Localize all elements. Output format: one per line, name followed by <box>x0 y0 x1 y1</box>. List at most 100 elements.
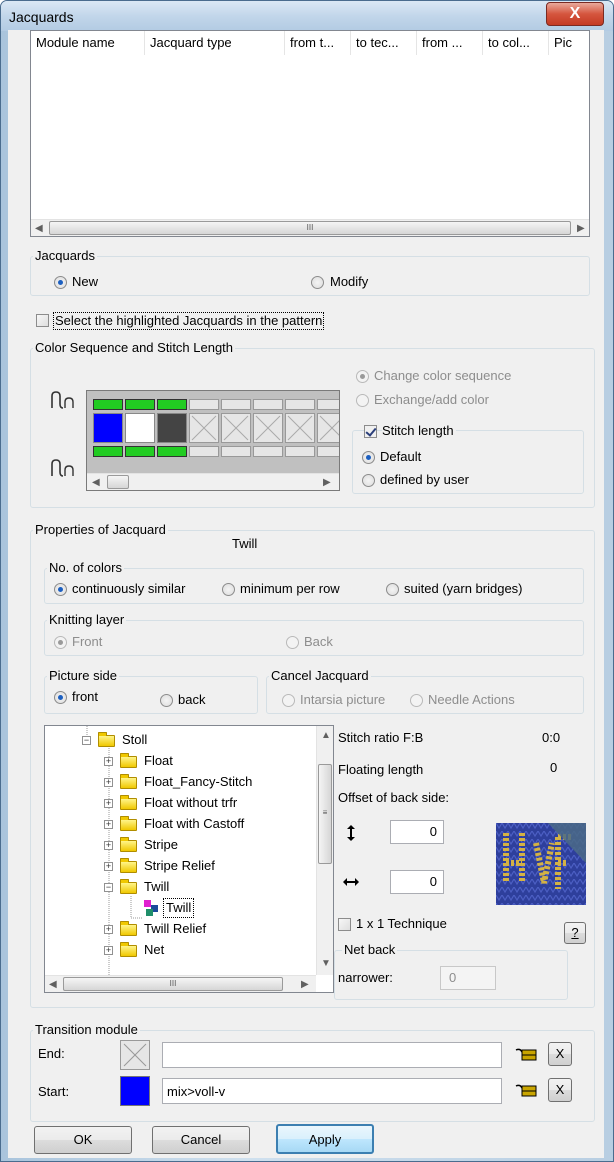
intarsia-picture-radio[interactable] <box>282 694 295 707</box>
expand-icon[interactable]: + <box>104 841 113 850</box>
suited-yarn-bridges-label[interactable]: suited (yarn bridges) <box>404 581 523 597</box>
grid-cell-empty[interactable] <box>253 413 283 443</box>
picture-back-label[interactable]: back <box>178 692 205 708</box>
scroll-right-arrow-icon[interactable]: ▶ <box>323 477 331 488</box>
grid-cell-empty[interactable] <box>189 413 219 443</box>
apply-button[interactable]: Apply <box>276 1124 374 1154</box>
tree-node-stoll[interactable]: − Stoll <box>82 730 282 750</box>
select-highlighted-label[interactable]: Select the highlighted Jacquards in the … <box>53 312 325 330</box>
grid-cell-empty[interactable] <box>221 399 251 410</box>
grid-cell-empty[interactable] <box>221 413 251 443</box>
col-to-color[interactable]: to col... <box>483 31 549 55</box>
grid-scroll-thumb[interactable] <box>107 475 129 489</box>
grid-cell-empty[interactable] <box>221 446 251 457</box>
start-color-swatch[interactable] <box>120 1076 150 1106</box>
start-clear-button[interactable]: X <box>548 1078 572 1102</box>
grid-horizontal-scrollbar[interactable]: ◀ ▶ <box>87 473 339 490</box>
vertical-offset-input[interactable]: 0 <box>390 820 444 844</box>
grid-cell-green[interactable] <box>93 446 123 457</box>
continuously-similar-label[interactable]: continuously similar <box>72 581 185 597</box>
stitch-user-defined-label[interactable]: defined by user <box>380 472 469 488</box>
col-picture[interactable]: Pic <box>549 31 589 55</box>
grid-cell-white[interactable] <box>125 413 155 443</box>
stitch-length-checkbox[interactable] <box>364 425 377 438</box>
grid-cell-empty[interactable] <box>253 446 283 457</box>
module-list[interactable]: Module name Jacquard type from t... to t… <box>30 30 590 237</box>
end-color-swatch[interactable] <box>120 1040 150 1070</box>
tree-node-net[interactable]: + Net <box>104 940 304 960</box>
front-layer-label[interactable]: Front <box>72 634 102 650</box>
tree-h-scroll-thumb[interactable]: III <box>63 977 283 991</box>
title-bar[interactable]: Jacquards X <box>1 1 613 31</box>
col-from-color[interactable]: from ... <box>417 31 483 55</box>
col-from-technique[interactable]: from t... <box>285 31 351 55</box>
grid-cell-green[interactable] <box>157 446 187 457</box>
tree-node-float-fancy-stitch[interactable]: + Float_Fancy-Stitch <box>104 772 304 792</box>
grid-cell-blue[interactable] <box>93 413 123 443</box>
grid-cell-empty[interactable] <box>317 413 339 443</box>
grid-cell-empty[interactable] <box>285 399 315 410</box>
grid-cell-empty[interactable] <box>189 446 219 457</box>
stitch-length-label[interactable]: Stitch length <box>382 423 456 439</box>
close-button[interactable]: X <box>546 2 604 26</box>
modify-radio[interactable] <box>311 276 324 289</box>
color-sequence-grid[interactable]: ◀ ▶ <box>86 390 340 491</box>
scroll-left-arrow-icon[interactable]: ◀ <box>92 477 100 488</box>
help-button[interactable]: ? <box>564 922 586 944</box>
expand-icon[interactable]: + <box>104 799 113 808</box>
jacquard-tree[interactable]: − Stoll + Float + Float_Fancy-Stitch + F… <box>44 725 334 993</box>
collapse-icon[interactable]: − <box>104 883 113 892</box>
grid-cell-green[interactable] <box>157 399 187 410</box>
tree-node-twill-relief[interactable]: + Twill Relief <box>104 919 304 939</box>
tree-node-float-without-trfr[interactable]: + Float without trfr <box>104 793 304 813</box>
picture-back-radio[interactable] <box>160 694 173 707</box>
scroll-up-arrow-icon[interactable]: ▲ <box>321 730 331 741</box>
grid-cell-empty[interactable] <box>317 446 339 457</box>
tree-node-float[interactable]: + Float <box>104 751 304 771</box>
expand-icon[interactable]: + <box>104 757 113 766</box>
intarsia-picture-label[interactable]: Intarsia picture <box>300 692 385 708</box>
expand-icon[interactable]: + <box>104 820 113 829</box>
continuously-similar-radio[interactable] <box>54 583 67 596</box>
horizontal-offset-input[interactable]: 0 <box>390 870 444 894</box>
expand-icon[interactable]: + <box>104 925 113 934</box>
tree-scroll-thumb[interactable]: ≡ <box>318 764 332 864</box>
picture-front-radio[interactable] <box>54 691 67 704</box>
technique-1x1-checkbox[interactable] <box>338 918 351 931</box>
new-radio[interactable] <box>54 276 67 289</box>
minimum-per-row-label[interactable]: minimum per row <box>240 581 340 597</box>
modify-label[interactable]: Modify <box>330 274 368 290</box>
tree-node-twill-folder[interactable]: − Twill <box>104 877 304 897</box>
collapse-icon[interactable]: − <box>82 736 91 745</box>
scroll-right-arrow-icon[interactable]: ▶ <box>577 223 585 234</box>
picture-front-label[interactable]: front <box>72 689 98 705</box>
grid-cell-dark[interactable] <box>157 413 187 443</box>
stitch-default-label[interactable]: Default <box>380 449 421 465</box>
select-highlighted-checkbox[interactable] <box>36 314 49 327</box>
new-label[interactable]: New <box>72 274 98 290</box>
tree-node-stripe-relief[interactable]: + Stripe Relief <box>104 856 304 876</box>
grid-cell-empty[interactable] <box>253 399 283 410</box>
start-module-field[interactable]: mix>voll-v <box>162 1078 502 1104</box>
back-layer-radio[interactable] <box>286 636 299 649</box>
needle-actions-label[interactable]: Needle Actions <box>428 692 515 708</box>
minimum-per-row-radio[interactable] <box>222 583 235 596</box>
col-module-name[interactable]: Module name <box>31 31 145 55</box>
tree-vertical-scrollbar[interactable]: ▲ ≡ ▼ <box>316 726 333 975</box>
col-jacquard-type[interactable]: Jacquard type <box>145 31 285 55</box>
exchange-add-color-label[interactable]: Exchange/add color <box>374 392 489 408</box>
narrower-input[interactable]: 0 <box>440 966 496 990</box>
col-to-technique[interactable]: to tec... <box>351 31 417 55</box>
list-horizontal-scrollbar[interactable]: ◀ III ▶ <box>31 219 589 236</box>
stitch-user-defined-radio[interactable] <box>362 474 375 487</box>
grid-cell-green[interactable] <box>93 399 123 410</box>
grid-cell-empty[interactable] <box>189 399 219 410</box>
end-clear-button[interactable]: X <box>548 1042 572 1066</box>
scroll-right-arrow-icon[interactable]: ▶ <box>301 979 309 990</box>
expand-icon[interactable]: + <box>104 862 113 871</box>
scroll-down-arrow-icon[interactable]: ▼ <box>321 958 331 969</box>
exchange-add-color-radio[interactable] <box>356 394 369 407</box>
start-module-picker-icon[interactable] <box>514 1082 540 1100</box>
stitch-default-radio[interactable] <box>362 451 375 464</box>
back-layer-label[interactable]: Back <box>304 634 333 650</box>
